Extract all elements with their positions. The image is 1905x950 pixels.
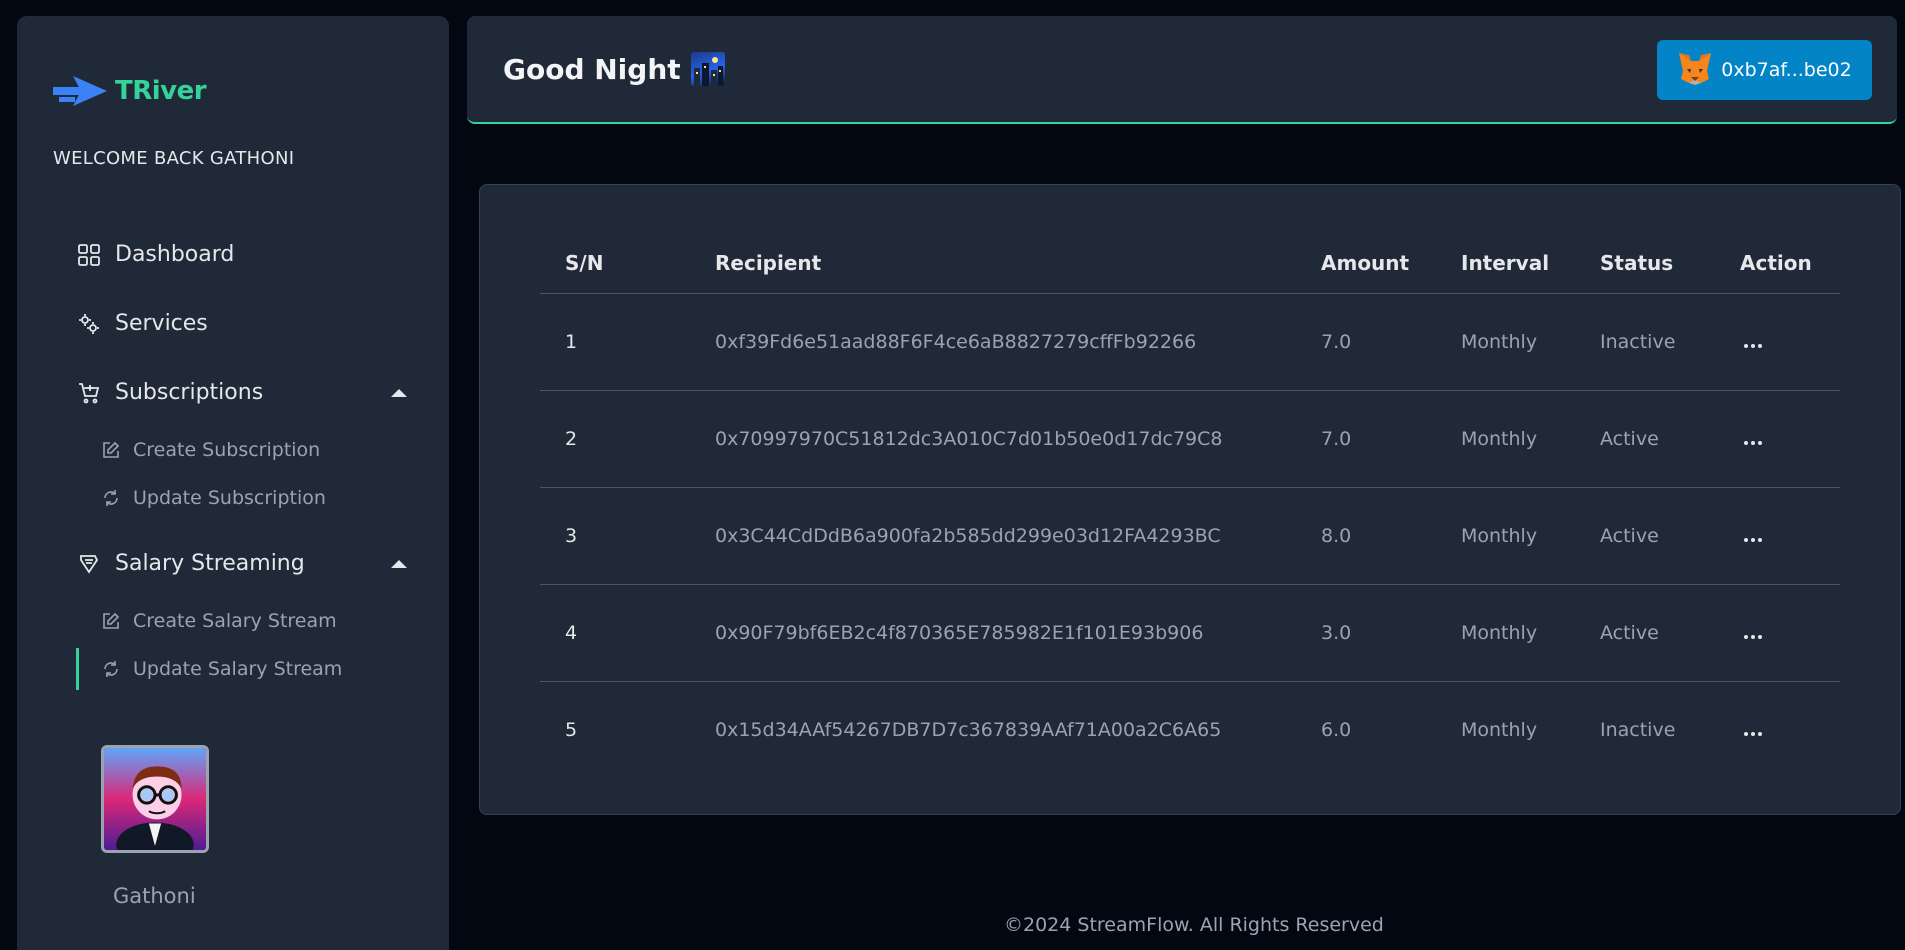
sidebar: TRiver WELCOME BACK GATHONI Dashboard Se… [17, 16, 449, 950]
cell-action [1715, 584, 1840, 682]
gears-icon [77, 312, 101, 336]
sidebar-item-create-subscription[interactable]: Create Subscription [101, 439, 320, 461]
sidebar-item-salary-streaming[interactable]: Salary Streaming [77, 551, 407, 576]
sidebar-item-dashboard[interactable]: Dashboard [77, 242, 407, 267]
sidebar-item-subscriptions[interactable]: Subscriptions [77, 380, 407, 405]
caret-up-icon [391, 559, 407, 568]
footer-copyright: ©2024 StreamFlow. All Rights Reserved [1004, 914, 1384, 936]
edit-icon [101, 611, 121, 631]
sidebar-item-update-salary-stream[interactable]: Update Salary Stream [101, 658, 342, 680]
cell-amount: 7.0 [1296, 293, 1436, 391]
cell-sn: 3 [540, 487, 690, 585]
brand-name: TRiver [115, 76, 207, 106]
column-header-status: Status [1575, 233, 1715, 294]
cell-recipient: 0x70997970C51812dc3A010C7d01b50e0d17dc79… [690, 390, 1296, 488]
cell-interval: Monthly [1436, 390, 1575, 488]
column-header-amount: Amount [1296, 233, 1436, 294]
arrow-logo-icon [53, 76, 107, 106]
cell-status: Inactive [1575, 293, 1715, 391]
sidebar-item-label: Update Subscription [133, 487, 326, 509]
more-options-icon[interactable] [1740, 631, 1766, 643]
table-row: 2 0x70997970C51812dc3A010C7d01b50e0d17dc… [540, 390, 1840, 488]
table-row: 4 0x90F79bf6EB2c4f870365E785982E1f101E93… [540, 584, 1840, 682]
cell-status: Active [1575, 584, 1715, 682]
top-header: Good Night 0xb7af...be02 [467, 16, 1897, 124]
cell-interval: Monthly [1436, 584, 1575, 682]
column-header-interval: Interval [1436, 233, 1575, 294]
sidebar-item-label: Services [115, 311, 208, 336]
table-row: 1 0xf39Fd6e51aad88F6F4ce6aB8827279cffFb9… [540, 293, 1840, 391]
wallet-connect-button[interactable]: 0xb7af...be02 [1657, 40, 1872, 100]
cell-sn: 1 [540, 293, 690, 391]
cell-interval: Monthly [1436, 293, 1575, 391]
subscriptions-table-card: S/N Recipient Amount Interval Status Act… [479, 184, 1901, 815]
sidebar-item-label: Update Salary Stream [133, 658, 343, 680]
cell-action [1715, 390, 1840, 488]
cell-sn: 5 [565, 718, 578, 741]
cell-interval: Monthly [1436, 487, 1575, 585]
more-options-icon[interactable] [1740, 534, 1766, 546]
greeting: Good Night [503, 52, 725, 86]
more-options-icon[interactable] [1740, 437, 1766, 449]
sidebar-item-label: Subscriptions [115, 380, 264, 405]
refresh-icon [101, 659, 121, 679]
subscriptions-table: S/N Recipient Amount Interval Status Act… [540, 233, 1840, 778]
column-header-action: Action [1715, 233, 1840, 294]
sidebar-item-services[interactable]: Services [77, 311, 407, 336]
metamask-fox-icon [1677, 51, 1713, 90]
night-city-icon [690, 52, 725, 86]
cell-action [1715, 681, 1840, 778]
column-header-sn: S/N [540, 233, 690, 294]
cart-icon [77, 381, 101, 405]
greeting-text: Good Night [503, 52, 681, 86]
cell-amount: 3.0 [1296, 584, 1436, 682]
brand-logo[interactable]: TRiver [53, 72, 207, 110]
sidebar-item-update-subscription[interactable]: Update Subscription [101, 487, 326, 509]
column-header-recipient: Recipient [690, 233, 1296, 294]
edit-icon [101, 440, 121, 460]
sidebar-item-create-salary-stream[interactable]: Create Salary Stream [101, 610, 337, 632]
cell-amount: 7.0 [1296, 390, 1436, 488]
cell-recipient: 0x15d34AAf54267DB7D7c367839AAf71A00a2C6A… [715, 718, 1222, 741]
cell-sn: 2 [540, 390, 690, 488]
avatar[interactable] [101, 745, 209, 853]
cell-amount: 6.0 [1321, 718, 1352, 741]
cell-status: Active [1575, 390, 1715, 488]
avatar-image [104, 748, 206, 850]
more-options-icon[interactable] [1740, 340, 1766, 352]
cell-status: Active [1575, 487, 1715, 585]
table-row: 5 0x15d34AAf54267DB7D7c367839AAf71A00a2C… [540, 681, 1840, 778]
cell-amount: 8.0 [1296, 487, 1436, 585]
cell-sn: 4 [540, 584, 690, 682]
welcome-message: WELCOME BACK GATHONI [53, 148, 295, 169]
sidebar-item-label: Dashboard [115, 242, 235, 267]
cell-recipient: 0xf39Fd6e51aad88F6F4ce6aB8827279cffFb922… [690, 293, 1296, 391]
sidebar-item-label: Create Salary Stream [133, 610, 337, 632]
more-options-icon[interactable] [1740, 728, 1766, 740]
cell-action [1715, 487, 1840, 585]
table-row: 3 0x3C44CdDdB6a900fa2b585dd299e03d12FA42… [540, 487, 1840, 585]
cell-interval: Monthly [1461, 718, 1538, 741]
grid-icon [77, 243, 101, 267]
caret-up-icon [391, 388, 407, 397]
table-header-row: S/N Recipient Amount Interval Status Act… [540, 233, 1840, 294]
cell-status: Inactive [1600, 718, 1676, 741]
cell-recipient: 0x3C44CdDdB6a900fa2b585dd299e03d12FA4293… [690, 487, 1296, 585]
cell-action [1715, 293, 1840, 391]
sidebar-item-label: Salary Streaming [115, 551, 305, 576]
cell-recipient: 0x90F79bf6EB2c4f870365E785982E1f101E93b9… [690, 584, 1296, 682]
refresh-icon [101, 488, 121, 508]
user-name: Gathoni [113, 884, 196, 908]
sidebar-item-label: Create Subscription [133, 439, 321, 461]
active-indicator [76, 648, 79, 690]
wallet-address: 0xb7af...be02 [1721, 59, 1852, 81]
payment-icon [77, 552, 101, 576]
